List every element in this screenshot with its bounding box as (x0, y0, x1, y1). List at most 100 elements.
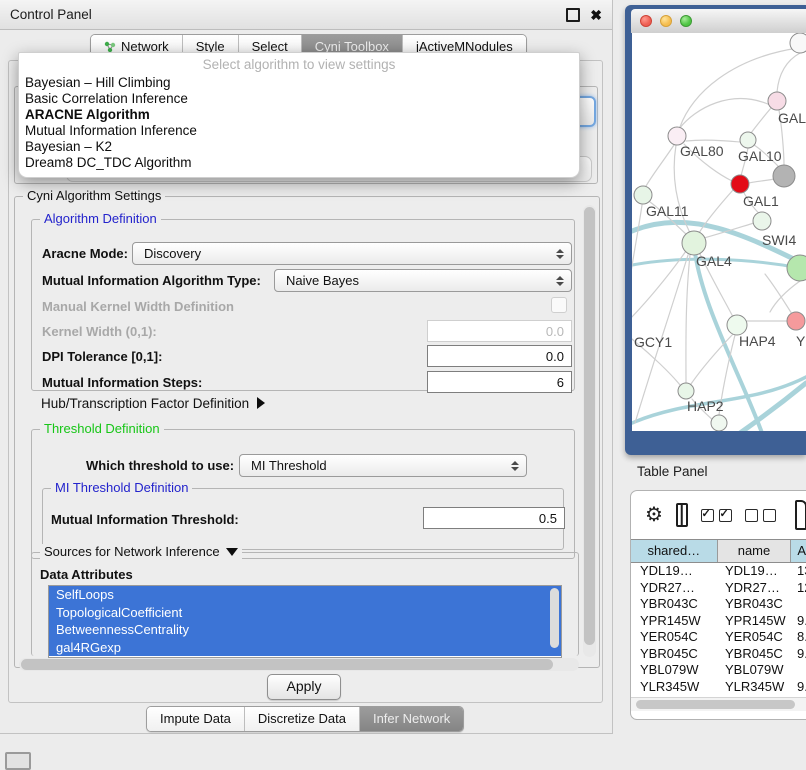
node-label: HAP2 (687, 398, 724, 414)
aracne-mode-combo[interactable]: Discovery (132, 242, 572, 265)
network-node-salmon-node[interactable] (787, 312, 805, 330)
network-edge (749, 179, 775, 183)
close-icon[interactable]: ✖ (590, 8, 602, 22)
table-row[interactable]: YLR345WYLR345W9. (631, 679, 806, 696)
table-row[interactable]: YPR145WYPR145W9. (631, 613, 806, 630)
table-header-row: shared…nameA (631, 539, 806, 563)
document-icon[interactable] (795, 500, 806, 530)
table-cell: 9. (792, 679, 806, 696)
network-window-titlebar[interactable] (631, 9, 806, 33)
which-threshold-combo[interactable]: MI Threshold (239, 454, 527, 477)
float-panel-icon[interactable] (566, 8, 580, 22)
network-view-window[interactable]: GAL7GAL80GAL10GAL1GAL11SWI4GAL4GCY1HAP4Y… (625, 5, 806, 455)
dpi-tolerance-input[interactable]: 0.0 (427, 345, 572, 367)
table-horizontal-scrollbar[interactable] (631, 697, 806, 711)
table-cell: 9. (792, 613, 806, 630)
network-node-HAP2[interactable] (678, 383, 694, 399)
network-edge (686, 255, 690, 383)
network-node-top-partial[interactable] (790, 33, 806, 53)
mi-threshold-input[interactable]: 0.5 (423, 507, 565, 529)
node-label: GAL10 (738, 148, 782, 164)
expanded-arrow-icon (226, 548, 238, 556)
settings-horizontal-scrollbar[interactable] (19, 658, 579, 671)
column-header[interactable]: shared… (631, 540, 718, 562)
mi-threshold-group: MI Threshold Definition Mutual Informati… (42, 488, 564, 550)
table-row[interactable]: YBR043CYBR043C (631, 596, 806, 613)
minimize-traffic-light-icon[interactable] (660, 15, 672, 27)
collapsed-arrow-icon (257, 397, 265, 409)
select-all-checkboxes-icon[interactable] (701, 509, 732, 522)
tab-impute-data[interactable]: Impute Data (147, 707, 245, 731)
network-graph[interactable]: GAL7GAL80GAL10GAL1GAL11SWI4GAL4GCY1HAP4Y… (632, 33, 806, 431)
sources-title[interactable]: Sources for Network Inference (40, 544, 242, 559)
node-label: HAP4 (739, 333, 776, 349)
algorithm-option[interactable]: Basic Correlation Inference (19, 91, 579, 107)
table-cell: 9. (792, 646, 806, 663)
kernel-width-input[interactable]: 0.0 (427, 320, 572, 342)
table-cell (792, 662, 806, 679)
node-label: GAL4 (696, 253, 732, 269)
hub-definition-toggle[interactable]: Hub/Transcription Factor Definition (41, 396, 265, 411)
node-label: GAL11 (646, 203, 689, 219)
data-attributes-label: Data Attributes (40, 567, 133, 582)
algorithm-option[interactable]: Mutual Information Inference (19, 123, 579, 139)
apply-button[interactable]: Apply (267, 674, 341, 700)
column-header[interactable]: A (791, 540, 806, 562)
data-attribute-item[interactable]: SelfLoops (49, 586, 561, 604)
panel-title: Control Panel (10, 7, 92, 22)
desktop: { "control_panel": { "title": "Control P… (0, 0, 806, 762)
tab-infer-network[interactable]: Infer Network (360, 707, 463, 731)
table-cell: YDR27… (631, 580, 718, 597)
mi-threshold-title: MI Threshold Definition (51, 480, 192, 495)
network-node-GAL11[interactable] (634, 186, 652, 204)
collapsed-panel-icon[interactable] (5, 752, 31, 770)
table-cell (792, 596, 806, 613)
network-node-SWI4[interactable] (753, 212, 771, 230)
data-attribute-item[interactable]: TopologicalCoefficient (49, 604, 561, 622)
table-cell: YBR043C (631, 596, 718, 613)
node-label: GCY1 (634, 334, 672, 350)
table-row[interactable]: YDR27…YDR27…12 (631, 580, 806, 597)
split-column-icon[interactable] (676, 503, 688, 527)
tab-label: Infer Network (373, 711, 450, 726)
settings-vertical-scrollbar[interactable] (583, 205, 596, 657)
network-node-HAP4[interactable] (727, 315, 747, 335)
cyni-algorithm-settings-group: Cyni Algorithm Settings Algorithm Defini… (14, 196, 600, 668)
manual-kernel-checkbox[interactable] (551, 297, 567, 313)
tab-label: Impute Data (160, 711, 231, 726)
network-node-GAL4[interactable] (682, 231, 706, 255)
close-traffic-light-icon[interactable] (640, 15, 652, 27)
algorithm-option[interactable]: ARACNE Algorithm (19, 107, 579, 123)
data-attribute-item[interactable]: gal4RGexp (49, 639, 561, 657)
node-label: GAL7 (778, 110, 806, 126)
algorithm-option[interactable]: Bayesian – K2 (19, 139, 579, 155)
zoom-traffic-light-icon[interactable] (680, 15, 692, 27)
network-node-gray-node[interactable] (773, 165, 795, 187)
data-attribute-item[interactable]: BetweennessCentrality (49, 621, 561, 639)
network-edge (691, 334, 733, 384)
network-node-GAL10[interactable] (740, 132, 756, 148)
table-row[interactable]: YBL079WYBL079W (631, 662, 806, 679)
gear-icon[interactable]: ⚙ (645, 505, 663, 525)
table-row[interactable]: YBR045CYBR045C9. (631, 646, 806, 663)
table-cell: YBL079W (718, 662, 792, 679)
deselect-all-checkboxes-icon[interactable] (745, 509, 776, 522)
network-canvas[interactable]: GAL7GAL80GAL10GAL1GAL11SWI4GAL4GCY1HAP4Y… (632, 33, 806, 431)
tab-discretize-data[interactable]: Discretize Data (245, 707, 360, 731)
network-edge (686, 140, 740, 142)
bottom-tabs: Impute Data Discretize Data Infer Network (146, 706, 464, 732)
table-cell: YBR043C (718, 596, 792, 613)
table-row[interactable]: YDL19…YDL19…13 (631, 563, 806, 580)
mi-type-label: Mutual Information Algorithm Type: (42, 273, 261, 288)
column-header[interactable]: name (718, 540, 792, 562)
algorithm-option[interactable]: Bayesian – Hill Climbing (19, 75, 579, 91)
algorithm-option[interactable]: Dream8 DC_TDC Algorithm (19, 155, 579, 171)
table-row[interactable]: YER054CYER054C8. (631, 629, 806, 646)
mi-steps-input[interactable]: 6 (427, 371, 572, 393)
algorithm-option-list: Bayesian – Hill ClimbingBasic Correlatio… (19, 75, 579, 171)
list-scrollbar[interactable] (550, 588, 559, 648)
mi-type-combo[interactable]: Naive Bayes (274, 269, 572, 292)
network-node-GAL1[interactable] (731, 175, 749, 193)
network-node-GAL7[interactable] (768, 92, 786, 110)
network-node-bottom-partial[interactable] (711, 415, 727, 431)
